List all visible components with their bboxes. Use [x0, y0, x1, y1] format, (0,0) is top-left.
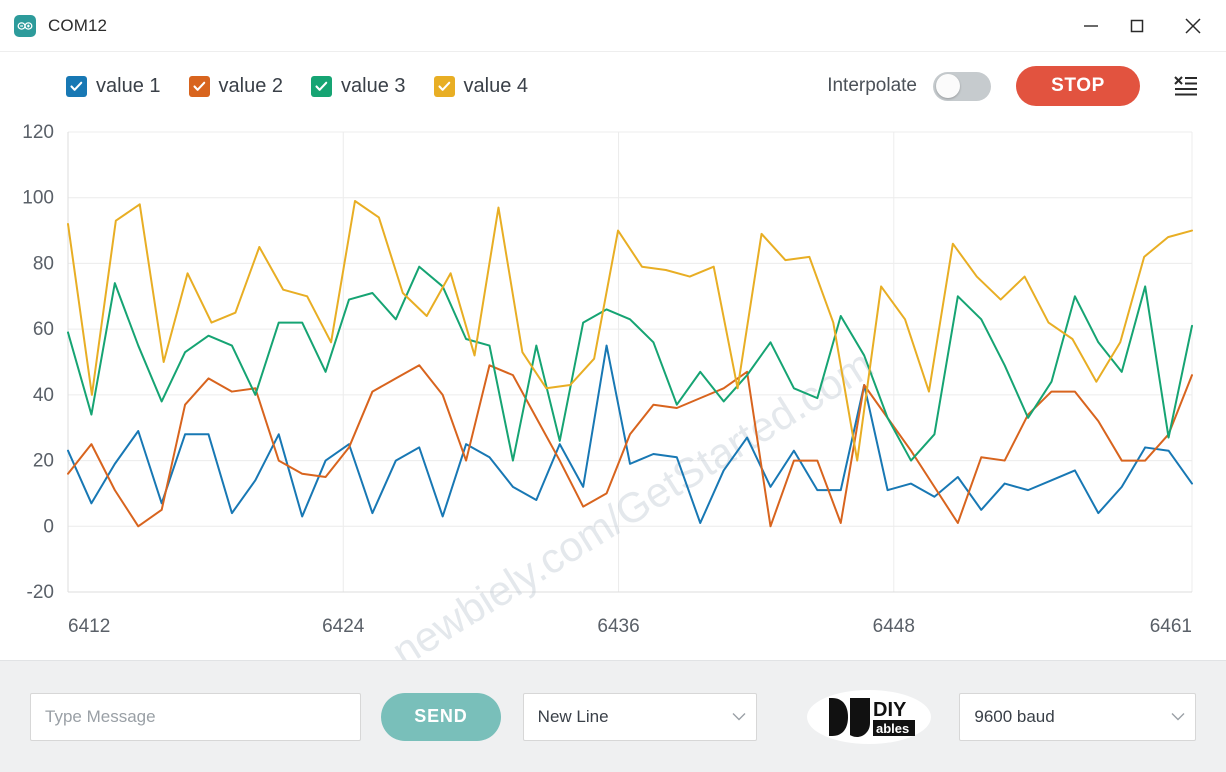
clear-output-icon[interactable] [1168, 68, 1204, 104]
y-axis-tick-label: 0 [43, 516, 54, 537]
legend-label-value-1: value 1 [96, 75, 161, 98]
y-axis-tick-label: 40 [33, 385, 54, 406]
legend-item-value-3[interactable]: value 3 [311, 75, 406, 98]
y-axis-tick-label: 120 [22, 122, 54, 143]
checkbox-value-2[interactable] [189, 76, 210, 97]
maximize-icon[interactable] [1114, 0, 1160, 52]
svg-text:ables: ables [876, 721, 909, 736]
legend-item-value-1[interactable]: value 1 [66, 75, 161, 98]
x-axis-tick-label: 6461 [1150, 616, 1192, 637]
x-axis-tick-label: 6424 [322, 616, 365, 637]
legend-label-value-3: value 3 [341, 75, 406, 98]
bottom-toolbar: SEND New Line DIY ables 9600 baud [0, 660, 1226, 772]
legend-item-value-4[interactable]: value 4 [434, 75, 529, 98]
serial-plotter-window: COM12 value 1 value 2 [0, 0, 1226, 772]
stop-button[interactable]: STOP [1016, 66, 1140, 106]
toggle-knob [936, 74, 960, 98]
checkbox-value-4[interactable] [434, 76, 455, 97]
y-axis-tick-label: 20 [33, 451, 54, 472]
y-axis-tick-label: 100 [22, 188, 54, 209]
message-input[interactable] [30, 693, 361, 741]
chevron-down-icon [1161, 712, 1195, 721]
checkbox-value-3[interactable] [311, 76, 332, 97]
window-title: COM12 [48, 16, 107, 36]
svg-text:DIY: DIY [873, 699, 907, 721]
interpolate-toggle[interactable] [933, 72, 991, 101]
diyables-logo: DIY ables [805, 688, 933, 746]
baud-rate-select[interactable]: 9600 baud [959, 693, 1196, 741]
line-ending-value: New Line [524, 707, 723, 727]
plotter-toolbar: value 1 value 2 value 3 value 4 [0, 52, 1226, 120]
series-legend: value 1 value 2 value 3 value 4 [66, 75, 528, 98]
legend-label-value-4: value 4 [464, 75, 529, 98]
line-ending-select[interactable]: New Line [523, 693, 758, 741]
plot-canvas: -20 0 20 40 60 80 100 120 6412 6424 6436 6448 6461 ne… [0, 120, 1226, 660]
minimize-icon[interactable] [1068, 0, 1114, 52]
legend-item-value-2[interactable]: value 2 [189, 75, 284, 98]
send-button[interactable]: SEND [381, 693, 501, 741]
y-axis-tick-label: 80 [33, 253, 54, 274]
chevron-down-icon [722, 712, 756, 721]
x-axis-tick-label: 6412 [68, 616, 110, 637]
checkbox-value-1[interactable] [66, 76, 87, 97]
legend-label-value-2: value 2 [219, 75, 284, 98]
y-axis-tick-label: -20 [27, 582, 54, 603]
y-axis-tick-label: 60 [33, 319, 54, 340]
title-bar: COM12 [0, 0, 1226, 52]
baud-rate-value: 9600 baud [960, 707, 1161, 727]
series-line-value-3 [68, 267, 1192, 461]
x-axis-tick-label: 6436 [597, 616, 639, 637]
close-icon[interactable] [1160, 0, 1226, 52]
watermark-text: newbiely.com/GetStarted.com [384, 340, 881, 660]
x-axis-tick-label: 6448 [873, 616, 915, 637]
interpolate-label: Interpolate [827, 75, 917, 97]
serial-plot-area: -20 0 20 40 60 80 100 120 6412 6424 6436 6448 6461 ne… [0, 120, 1226, 660]
arduino-infinity-icon [14, 15, 36, 37]
